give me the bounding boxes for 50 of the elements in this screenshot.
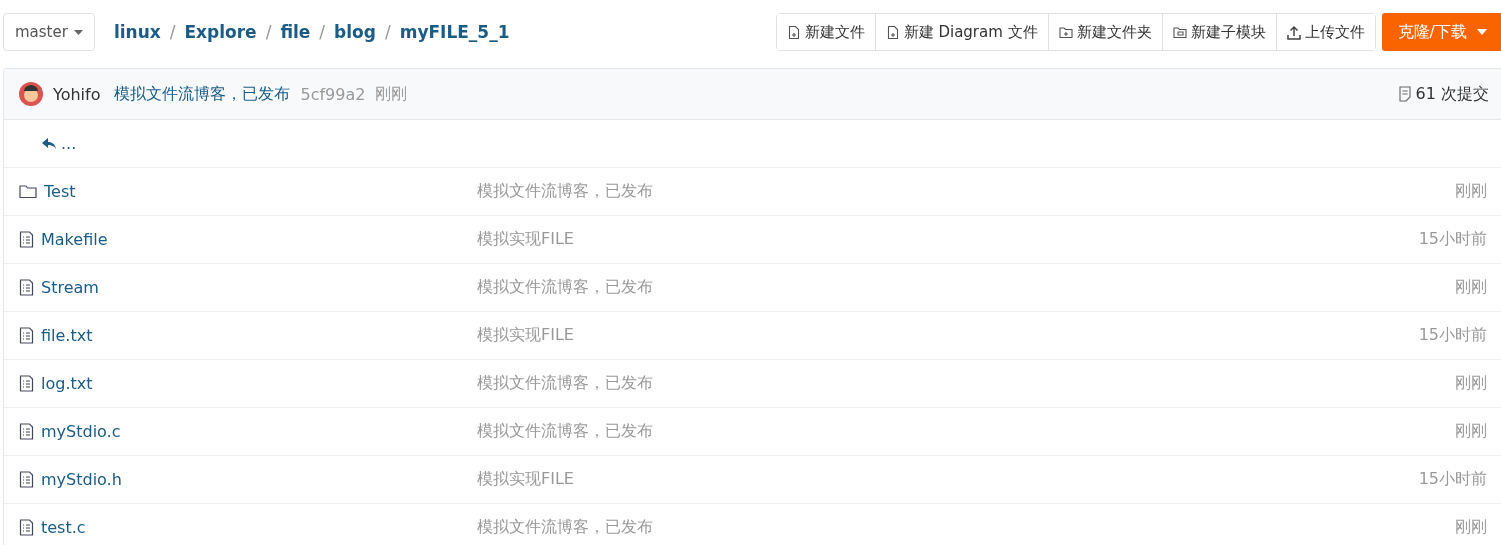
file-name-link[interactable]: log.txt — [41, 374, 93, 393]
caret-icon — [1477, 29, 1487, 35]
avatar — [19, 82, 43, 106]
breadcrumb-separator: / — [265, 22, 272, 42]
commit-author[interactable]: Yohifo — [53, 84, 101, 104]
breadcrumb-separator: / — [319, 22, 326, 42]
file-icon — [19, 519, 34, 536]
file-time: 15小时前 — [1418, 325, 1487, 346]
breadcrumb-separator: / — [384, 22, 391, 42]
commits-icon — [1397, 86, 1412, 102]
file-name-link[interactable]: Test — [44, 182, 76, 201]
file-name-link[interactable]: test.c — [41, 518, 86, 537]
file-name-link[interactable]: myStdio.c — [41, 422, 121, 441]
toolbar-button[interactable]: 上传文件 — [1275, 14, 1375, 50]
breadcrumb-separator: / — [169, 22, 176, 42]
new-file-icon — [885, 24, 900, 40]
commit-count[interactable]: 61 次提交 — [1415, 83, 1489, 105]
folder-icon — [19, 184, 37, 199]
file-icon — [19, 327, 34, 344]
file-time: 刚刚 — [1455, 421, 1487, 442]
file-icon — [19, 423, 34, 440]
breadcrumb-link[interactable]: linux — [113, 22, 161, 42]
new-file-icon — [786, 24, 801, 40]
back-arrow-icon — [42, 137, 56, 150]
commit-message[interactable]: 模拟文件流博客，已发布 — [114, 83, 291, 105]
file-time: 刚刚 — [1455, 517, 1487, 538]
breadcrumb-link[interactable]: file — [280, 22, 311, 42]
parent-directory-link[interactable]: ... — [42, 134, 77, 153]
folder-icon — [1172, 24, 1187, 40]
file-name-link[interactable]: Makefile — [41, 230, 108, 249]
file-time: 15小时前 — [1418, 229, 1487, 250]
file-name-link[interactable]: myStdio.h — [41, 470, 122, 489]
branch-dropdown[interactable]: master — [3, 13, 95, 51]
breadcrumb-link[interactable]: myFILE_5_1 — [399, 22, 510, 42]
new-folder-icon — [1058, 24, 1073, 40]
commit-time: 刚刚 — [375, 83, 408, 105]
upload-icon — [1286, 24, 1301, 40]
file-icon — [19, 231, 34, 248]
file-icon — [19, 375, 34, 392]
file-time: 刚刚 — [1455, 181, 1487, 202]
file-time: 刚刚 — [1455, 277, 1487, 298]
breadcrumb-link[interactable]: Explore — [184, 22, 257, 42]
file-icon — [19, 279, 34, 296]
file-time: 刚刚 — [1455, 373, 1487, 394]
file-name-link[interactable]: file.txt — [41, 326, 93, 345]
file-icon — [19, 471, 34, 488]
file-name-link[interactable]: Stream — [41, 278, 99, 297]
file-time: 15小时前 — [1418, 469, 1487, 490]
caret-icon — [73, 29, 83, 35]
breadcrumb-link[interactable]: blog — [334, 22, 376, 42]
